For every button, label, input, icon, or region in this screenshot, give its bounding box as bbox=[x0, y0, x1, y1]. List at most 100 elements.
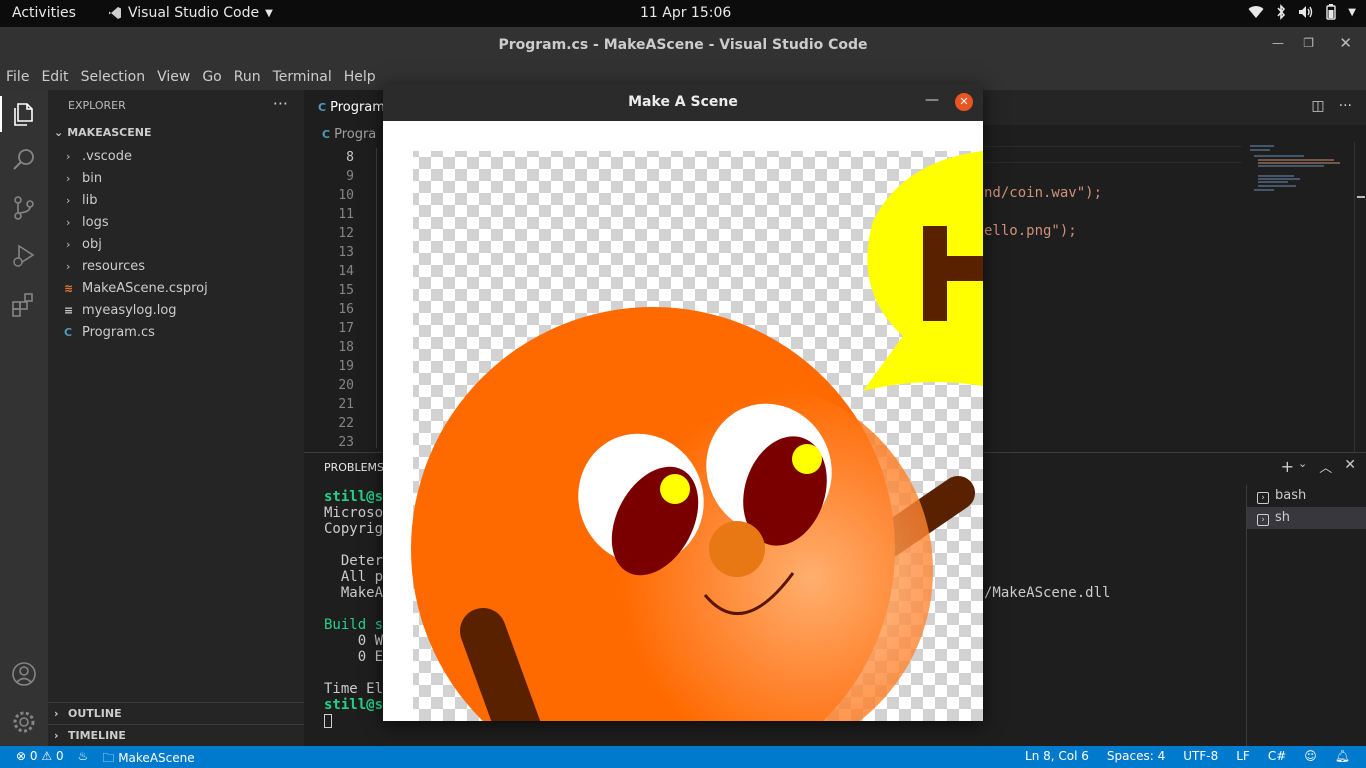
menu-run[interactable]: Run bbox=[234, 64, 261, 90]
clock[interactable]: 11 Apr 15:06 bbox=[640, 5, 731, 21]
tree-item-label: logs bbox=[82, 215, 109, 230]
maximize-panel-icon[interactable]: ︿ bbox=[1319, 457, 1332, 476]
settings-gear-icon[interactable] bbox=[10, 708, 38, 736]
tree-item-label: myeasylog.log bbox=[82, 303, 177, 318]
caret-down-icon: ▼ bbox=[265, 7, 273, 19]
end-of-line[interactable]: LF bbox=[1236, 749, 1250, 763]
minimap[interactable] bbox=[1244, 142, 1354, 202]
activities-button[interactable]: Activities bbox=[12, 5, 76, 21]
popup-title-bar[interactable]: Make A Scene — ✕ bbox=[383, 84, 983, 121]
editor-scrollbar[interactable] bbox=[1354, 142, 1366, 452]
project-name: MAKEASCENE bbox=[67, 126, 152, 139]
indent-guide bbox=[376, 148, 377, 448]
restore-icon[interactable]: ❐ bbox=[1303, 36, 1314, 50]
menu-terminal[interactable]: Terminal bbox=[273, 64, 332, 90]
explorer-icon[interactable] bbox=[10, 100, 38, 128]
split-editor-icon[interactable]: ◫ bbox=[1311, 98, 1324, 114]
terminal-line: Copyrig bbox=[324, 521, 384, 537]
error-count: 0 bbox=[29, 749, 38, 763]
window-title-bar: Program.cs - MakeAScene - Visual Studio … bbox=[0, 27, 1366, 64]
terminal-line: Time El bbox=[324, 681, 384, 697]
search-icon[interactable] bbox=[10, 146, 38, 174]
outline-section[interactable]: › OUTLINE bbox=[48, 702, 304, 724]
new-terminal-icon[interactable]: + bbox=[1281, 457, 1294, 476]
extensions-icon[interactable] bbox=[10, 290, 38, 318]
terminal-cursor bbox=[324, 714, 332, 728]
terminal-item-label: sh bbox=[1275, 510, 1291, 525]
terminal-dropdown-icon[interactable]: ⌄ bbox=[1298, 457, 1307, 476]
tree-folder-resources[interactable]: › resources bbox=[48, 256, 304, 278]
close-icon[interactable]: ✕ bbox=[955, 93, 973, 111]
tree-folder-vscode[interactable]: › .vscode bbox=[48, 146, 304, 168]
encoding[interactable]: UTF-8 bbox=[1183, 749, 1218, 763]
close-panel-icon[interactable]: ✕ bbox=[1344, 457, 1356, 476]
more-actions-icon[interactable]: ··· bbox=[273, 94, 288, 113]
terminal-item-sh[interactable]: › sh bbox=[1247, 507, 1366, 529]
menu-go[interactable]: Go bbox=[202, 64, 221, 90]
terminal-item-bash[interactable]: › bash bbox=[1247, 485, 1366, 507]
tree-file-log[interactable]: ≡ myeasylog.log bbox=[48, 300, 304, 322]
menu-file[interactable]: File bbox=[6, 64, 29, 90]
tree-folder-lib[interactable]: › lib bbox=[48, 190, 304, 212]
terminal-line: Build s bbox=[324, 617, 384, 633]
feedback-icon[interactable]: ☺ bbox=[1304, 749, 1317, 763]
app-menu[interactable]: Visual Studio Code ▼ bbox=[108, 5, 273, 21]
activity-bar bbox=[0, 90, 48, 746]
code-line[interactable]: nd/coin.wav"); bbox=[984, 185, 1102, 201]
language-mode[interactable]: C# bbox=[1268, 749, 1286, 763]
tree-item-label: lib bbox=[82, 193, 98, 208]
folder-label: MakeAScene bbox=[118, 751, 195, 765]
wifi-icon bbox=[1248, 6, 1264, 19]
line-number: 12 bbox=[338, 226, 354, 241]
close-icon[interactable]: ✕ bbox=[1339, 34, 1352, 52]
tree-folder-logs[interactable]: › logs bbox=[48, 212, 304, 234]
menu-edit[interactable]: Edit bbox=[41, 64, 68, 90]
line-number: 16 bbox=[338, 302, 354, 317]
csharp-file-icon: C bbox=[318, 101, 327, 114]
run-debug-icon[interactable] bbox=[10, 242, 38, 270]
project-folder-header[interactable]: ⌄ MAKEASCENE bbox=[54, 126, 151, 139]
chevron-right-icon: › bbox=[54, 729, 59, 742]
tree-item-label: resources bbox=[82, 259, 146, 274]
terminal-item-label: bash bbox=[1275, 488, 1307, 503]
source-control-icon[interactable] bbox=[10, 194, 38, 222]
system-tray[interactable]: ▼ bbox=[1248, 4, 1356, 20]
scrollbar-cursor-marker bbox=[1357, 196, 1365, 198]
warning-count: 0 bbox=[55, 749, 64, 763]
tree-item-label: bin bbox=[82, 171, 103, 186]
scene-canvas[interactable] bbox=[383, 121, 983, 721]
tree-folder-bin[interactable]: › bin bbox=[48, 168, 304, 190]
panel-actions: + ⌄ ︿ ✕ bbox=[1281, 457, 1356, 476]
flame-icon[interactable]: ♨ bbox=[78, 749, 89, 768]
accounts-icon[interactable] bbox=[10, 660, 38, 688]
terminal-line: 0 W bbox=[324, 633, 384, 649]
timeline-label: TIMELINE bbox=[68, 729, 126, 742]
menu-help[interactable]: Help bbox=[344, 64, 376, 90]
terminal-line: Microso bbox=[324, 505, 384, 521]
minimize-icon[interactable]: — bbox=[1272, 36, 1284, 50]
menu-view[interactable]: View bbox=[157, 64, 190, 90]
tree-file-csproj[interactable]: ≋ MakeAScene.csproj bbox=[48, 278, 304, 300]
character-nose bbox=[709, 521, 765, 577]
indentation[interactable]: Spaces: 4 bbox=[1107, 749, 1165, 763]
code-line[interactable]: ello.png"); bbox=[984, 223, 1077, 239]
terminal-line: /MakeAScene.dll bbox=[984, 585, 1111, 601]
more-actions-icon[interactable]: ··· bbox=[1339, 98, 1352, 114]
minimize-icon[interactable]: — bbox=[925, 92, 939, 108]
tree-folder-obj[interactable]: › obj bbox=[48, 234, 304, 256]
window-title: Program.cs - MakeAScene - Visual Studio … bbox=[498, 37, 868, 53]
tab-problems[interactable]: PROBLEMS bbox=[324, 461, 384, 474]
line-number: 13 bbox=[338, 245, 354, 260]
line-number: 11 bbox=[338, 207, 354, 222]
folder-status[interactable]: 🗀 MakeAScene bbox=[102, 749, 194, 768]
cursor-position[interactable]: Ln 8, Col 6 bbox=[1025, 749, 1089, 763]
problems-status[interactable]: ⊗ 0 ⚠ 0 bbox=[16, 749, 64, 768]
line-number: 20 bbox=[338, 378, 354, 393]
breadcrumb[interactable]: C Progra bbox=[322, 127, 376, 142]
chevron-right-icon: › bbox=[66, 172, 71, 185]
outline-label: OUTLINE bbox=[68, 707, 122, 720]
tree-file-program-cs[interactable]: C Program.cs bbox=[48, 322, 304, 344]
notifications-bell-icon[interactable]: 🔔︎ bbox=[1335, 749, 1350, 763]
timeline-section[interactable]: › TIMELINE bbox=[48, 724, 304, 746]
menu-selection[interactable]: Selection bbox=[81, 64, 146, 90]
